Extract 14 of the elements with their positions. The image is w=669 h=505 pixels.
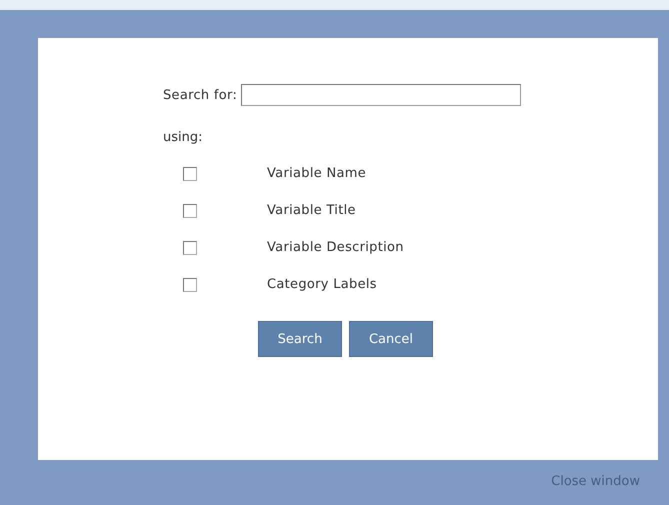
using-label: using: (163, 130, 204, 145)
close-window-link[interactable]: Close window (551, 474, 640, 489)
option-label: Variable Name (267, 166, 366, 181)
checkbox[interactable] (183, 166, 197, 180)
search-field[interactable] (241, 84, 522, 106)
cancel-button[interactable]: Cancel (349, 321, 433, 357)
checkbox[interactable] (183, 278, 197, 292)
option-label: Variable Description (267, 240, 404, 255)
checkbox[interactable] (183, 240, 197, 254)
search-button[interactable]: Search (258, 321, 342, 357)
option-label: Category Labels (267, 277, 377, 292)
option-label: Variable Title (267, 203, 356, 218)
checkbox[interactable] (183, 204, 197, 218)
search-label: Search for: (163, 88, 238, 102)
